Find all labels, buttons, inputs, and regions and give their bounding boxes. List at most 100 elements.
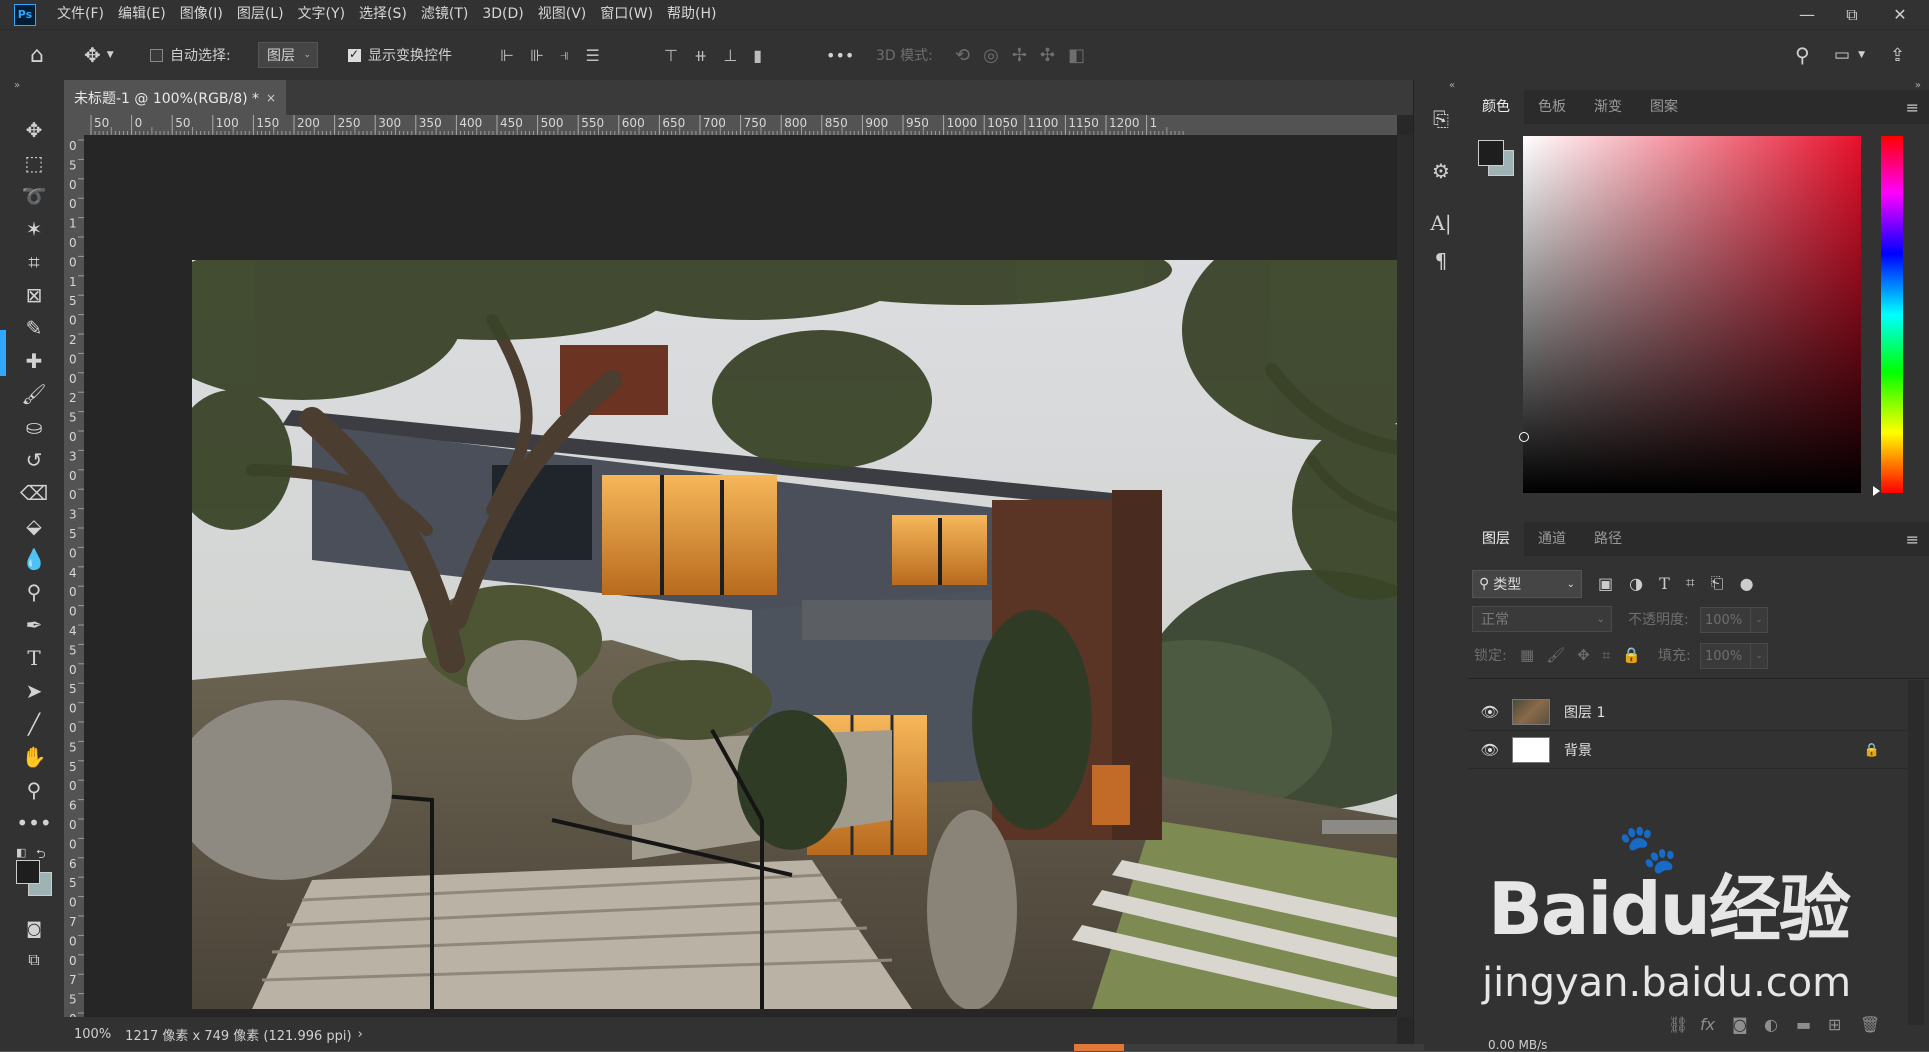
foreground-color-swatch[interactable] [1478, 140, 1504, 166]
share-icon[interactable]: ⇪ [1890, 30, 1905, 80]
visibility-eye-icon[interactable]: 👁 [1468, 741, 1512, 759]
move-tool-icon[interactable]: ✥ [18, 116, 50, 144]
tab-channels[interactable]: 通道 [1524, 522, 1580, 556]
panel-menu-icon[interactable]: ≡ [1906, 530, 1919, 549]
auto-select-checkbox[interactable]: 自动选择: [150, 30, 231, 80]
filter-adjustment-icon[interactable]: ◑ [1629, 574, 1643, 593]
healing-brush-tool-icon[interactable]: ✚ [18, 347, 50, 375]
menu-item[interactable]: 文件(F) [50, 0, 111, 29]
layer-row-1[interactable]: 👁 图层 1 [1468, 694, 1908, 731]
new-layer-icon[interactable]: ⊞ [1828, 1015, 1841, 1034]
type-tool-icon[interactable]: T [18, 644, 50, 672]
tab-gradients[interactable]: 渐变 [1580, 90, 1636, 124]
blend-mode-select[interactable]: 正常 ⌄ [1472, 606, 1612, 632]
fill-input[interactable]: 100% [1700, 643, 1754, 669]
tab-swatches[interactable]: 色板 [1524, 90, 1580, 124]
document-tab[interactable]: 未标题-1 @ 100%(RGB/8) * × [64, 80, 286, 115]
more-options-button[interactable]: ••• [826, 30, 854, 80]
move-tool-preset-icon[interactable]: ✥ ▼ [84, 30, 114, 80]
history-panel-icon[interactable]: ⎘ [1428, 106, 1454, 132]
screen-mode-icon[interactable]: ⧉ [18, 946, 50, 974]
align-bottom-icon[interactable]: ⊥ [723, 46, 753, 65]
lock-position-icon[interactable]: ✥ [1577, 646, 1590, 664]
show-transform-check[interactable] [348, 47, 361, 62]
close-tab-icon[interactable]: × [266, 91, 276, 105]
align-middle-v-icon[interactable]: ⧺ [694, 46, 723, 65]
visibility-eye-icon[interactable]: 👁 [1468, 703, 1512, 721]
marquee-tool-icon[interactable]: ⬚ [18, 149, 50, 177]
hue-slider-handle[interactable] [1873, 486, 1880, 496]
menu-item[interactable]: 视图(V) [531, 0, 594, 29]
horizontal-ruler[interactable]: 50 0 50 100 150 200 250 300 350 400 450 500 550 600 65… [84, 115, 1397, 135]
hue-slider[interactable] [1881, 136, 1903, 493]
layer-style-icon[interactable]: fx [1700, 1015, 1715, 1034]
menu-item[interactable]: 图层(L) [230, 0, 291, 29]
show-transform-checkbox[interactable]: 显示变换控件 [348, 30, 452, 80]
align-center-h-icon[interactable]: ⊪ [530, 46, 560, 65]
close-button[interactable]: ✕ [1880, 0, 1920, 29]
layer-name[interactable]: 图层 1 [1564, 702, 1605, 722]
photoshop-logo[interactable]: Ps [14, 3, 36, 26]
lock-artboard-icon[interactable]: ⌗ [1602, 646, 1610, 664]
menu-item[interactable]: 编辑(E) [111, 0, 173, 29]
delete-layer-icon[interactable]: 🗑 [1860, 1015, 1880, 1034]
expand-icon[interactable]: » [14, 80, 20, 91]
distribute-v-icon[interactable]: ▮ [753, 46, 778, 65]
foreground-color-swatch[interactable] [16, 860, 40, 884]
paragraph-panel-icon[interactable]: ¶ [1428, 248, 1454, 274]
menu-item[interactable]: 3D(D) [475, 0, 530, 29]
add-mask-icon[interactable]: ◙ [1732, 1015, 1748, 1034]
workspace-icon[interactable]: ▭ ▼ [1834, 30, 1865, 80]
lock-transparency-icon[interactable]: ▦ [1520, 646, 1534, 664]
blur-tool-icon[interactable]: 💧 [18, 545, 50, 573]
stamp-tool-icon[interactable]: ⛀ [18, 413, 50, 441]
adjustment-layer-icon[interactable]: ◐ [1764, 1015, 1778, 1034]
zoom-tool-icon[interactable]: ⚲ [18, 776, 50, 804]
hand-tool-icon[interactable]: ✋ [18, 743, 50, 771]
color-picker-field[interactable] [1519, 136, 1861, 493]
history-brush-tool-icon[interactable]: ↺ [18, 446, 50, 474]
edit-toolbar-icon[interactable]: ••• [16, 809, 51, 837]
tab-patterns[interactable]: 图案 [1636, 90, 1692, 124]
home-icon[interactable]: ⌂ [30, 30, 44, 80]
align-left-icon[interactable]: ⊩ [500, 46, 530, 65]
collapse-icon[interactable]: « [1449, 80, 1455, 91]
eraser-tool-icon[interactable]: ⌫ [18, 479, 50, 507]
menu-item[interactable]: 图像(I) [173, 0, 230, 29]
properties-panel-icon[interactable]: ⚙ [1428, 158, 1454, 184]
quick-mask-icon[interactable]: ◙ [18, 914, 50, 942]
target-select[interactable]: 图层 ⌄ [258, 30, 318, 80]
dodge-tool-icon[interactable]: ⚲ [18, 578, 50, 606]
lasso-tool-icon[interactable]: ➰ [18, 182, 50, 210]
character-panel-icon[interactable]: A| [1428, 210, 1454, 236]
canvas-image-house[interactable] [192, 260, 1409, 1009]
filter-toggle-icon[interactable]: ● [1740, 574, 1754, 593]
menu-item[interactable]: 滤镜(T) [414, 0, 475, 29]
lock-all-icon[interactable]: 🔒 [1622, 646, 1641, 664]
filter-smart-object-icon[interactable]: ⎗ [1711, 573, 1724, 593]
ruler-origin[interactable] [64, 115, 84, 135]
path-select-tool-icon[interactable]: ➤ [18, 677, 50, 705]
minimize-button[interactable]: — [1787, 0, 1827, 29]
link-layers-icon[interactable]: ⛓ [1668, 1015, 1688, 1034]
align-buttons[interactable]: ⊩ ⊪ ⫣ ☰ [500, 30, 616, 80]
line-tool-icon[interactable]: ╱ [18, 710, 50, 738]
default-colors-icon[interactable]: ◧ [16, 846, 26, 859]
pen-tool-icon[interactable]: ✒ [18, 611, 50, 639]
menu-item[interactable]: 窗口(W) [593, 0, 660, 29]
menu-item[interactable]: 选择(S) [352, 0, 414, 29]
filter-type-icon[interactable]: T [1659, 574, 1670, 593]
magic-wand-tool-icon[interactable]: ✶ [18, 215, 50, 243]
lock-image-icon[interactable]: 🖌 [1546, 646, 1565, 664]
zoom-level[interactable]: 100% [74, 1027, 111, 1042]
tab-color[interactable]: 颜色 [1468, 90, 1524, 124]
new-group-icon[interactable]: ▬ [1796, 1015, 1811, 1034]
frame-tool-icon[interactable]: ⊠ [18, 281, 50, 309]
filter-shape-icon[interactable]: ⌗ [1686, 573, 1695, 593]
color-picker-cursor[interactable] [1519, 432, 1529, 442]
canvas-pasteboard[interactable] [84, 135, 1409, 1017]
align-top-icon[interactable]: ⊤ [664, 46, 694, 65]
restore-button[interactable]: ⧉ [1832, 0, 1872, 29]
search-icon[interactable]: ⚲ [1795, 30, 1810, 80]
layers-scrollbar[interactable] [1908, 680, 1924, 1025]
